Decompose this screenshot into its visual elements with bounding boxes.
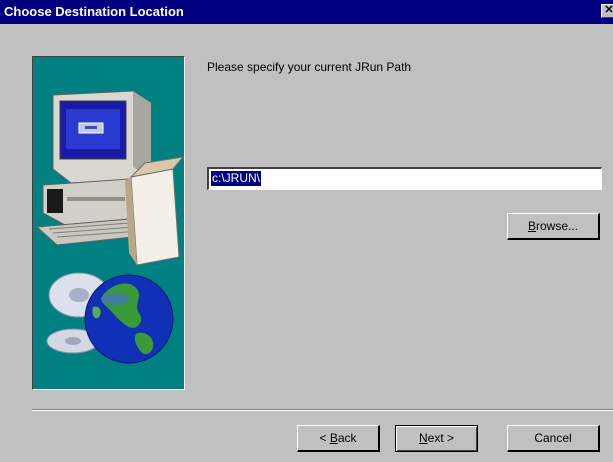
back-prefix: < <box>319 431 330 445</box>
wizard-side-image <box>32 56 185 390</box>
path-input-value: c:\JRUN\ <box>211 171 261 186</box>
computer-icon <box>35 90 184 266</box>
footer-separator <box>32 409 613 411</box>
back-accel: B <box>329 431 338 445</box>
browse-accel: B <box>527 219 536 233</box>
path-prompt: Please specify your current JRun Path <box>207 60 412 74</box>
next-label: ext > <box>427 431 455 445</box>
browse-button[interactable]: Browse... <box>507 213 600 240</box>
jrun-path-input[interactable]: c:\JRUN\ <box>207 167 602 190</box>
computer-globe-illustration <box>35 90 184 364</box>
cancel-button[interactable]: Cancel <box>507 425 600 452</box>
back-button[interactable]: < Back <box>297 425 380 452</box>
close-button[interactable]: ✕ <box>601 4 613 18</box>
dialog-title: Choose Destination Location <box>4 4 184 19</box>
setup-dialog: Choose Destination Location ✕ Please spe… <box>0 0 613 462</box>
next-accel: N <box>418 431 428 445</box>
close-icon: ✕ <box>604 4 613 16</box>
browse-label: rowse... <box>536 219 579 233</box>
back-label: ack <box>337 431 357 445</box>
next-button[interactable]: Next > <box>395 425 478 452</box>
title-bar: Choose Destination Location ✕ <box>0 0 613 24</box>
globe-icon <box>46 272 174 364</box>
